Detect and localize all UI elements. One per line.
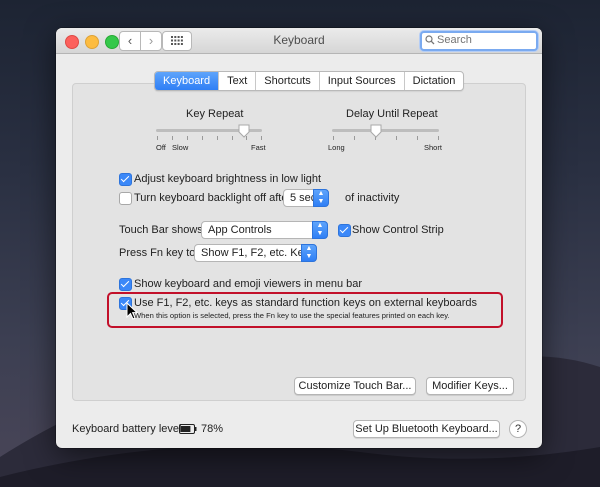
key-repeat-min-slow: Slow <box>172 143 189 152</box>
tab-bar: Keyboard Text Shortcuts Input Sources Di… <box>154 71 465 91</box>
chevron-up-down-icon: ▲ ▼ <box>312 221 328 239</box>
modifier-keys-button[interactable]: Modifier Keys... <box>426 377 514 395</box>
tab-keyboard[interactable]: Keyboard <box>155 72 220 90</box>
key-repeat-max-label: Fast <box>251 143 266 152</box>
tick <box>333 136 334 140</box>
tick <box>396 136 397 140</box>
tick <box>217 136 218 140</box>
show-control-strip-label: Show Control Strip <box>352 224 444 236</box>
battery-level-value: 78% <box>201 423 224 435</box>
delay-repeat-slider[interactable] <box>332 129 439 132</box>
tick <box>202 136 203 140</box>
tick <box>354 136 355 140</box>
tick <box>261 136 262 140</box>
backlight-off-checkbox[interactable] <box>119 192 132 205</box>
customize-touch-bar-button[interactable]: Customize Touch Bar... <box>294 377 416 395</box>
tick <box>417 136 418 140</box>
backlight-timeout-popup[interactable]: 5 secs ▲ ▼ <box>283 189 329 207</box>
adjust-brightness-label: Adjust keyboard brightness in low light <box>134 173 322 185</box>
tick <box>172 136 173 140</box>
tick <box>187 136 188 140</box>
press-fn-label: Press Fn key to <box>119 247 196 259</box>
battery-level-label: Keyboard battery level: <box>72 423 185 435</box>
search-input[interactable] <box>437 34 532 46</box>
search-icon <box>425 35 435 45</box>
tab-shortcuts[interactable]: Shortcuts <box>256 72 320 90</box>
delay-repeat-min-label: Long <box>328 143 345 152</box>
tab-input-sources[interactable]: Input Sources <box>320 72 405 90</box>
tick <box>232 136 233 140</box>
keyboard-preferences-window: ‹ › Keyboard Keyboard Text Shortcuts Inp… <box>56 28 542 448</box>
delay-repeat-max-label: Short <box>424 143 442 152</box>
chevron-up-down-icon: ▲ ▼ <box>301 244 317 262</box>
battery-icon <box>179 424 197 434</box>
bluetooth-keyboard-button[interactable]: Set Up Bluetooth Keyboard... <box>353 420 500 438</box>
emoji-viewers-checkbox[interactable] <box>119 278 132 291</box>
emoji-viewers-label: Show keyboard and emoji viewers in menu … <box>134 278 363 290</box>
settings-panel <box>72 83 526 401</box>
fn-key-value: Show F1, F2, etc. Keys <box>201 247 315 259</box>
tab-dictation[interactable]: Dictation <box>405 72 464 90</box>
key-repeat-min-off: Off <box>156 143 166 152</box>
function-keys-label: Use F1, F2, etc. keys as standard functi… <box>134 297 478 309</box>
chevron-up-down-icon: ▲ ▼ <box>313 189 329 207</box>
tick <box>157 136 158 140</box>
delay-repeat-label: Delay Until Repeat <box>346 108 438 120</box>
mouse-cursor-icon <box>126 302 138 320</box>
delay-repeat-slider-thumb[interactable] <box>370 124 382 138</box>
inactivity-label: of inactivity <box>345 192 400 204</box>
key-repeat-slider-thumb[interactable] <box>238 124 250 138</box>
touch-bar-shows-label: Touch Bar shows <box>119 224 203 236</box>
tab-text[interactable]: Text <box>219 72 257 90</box>
search-field[interactable] <box>420 31 538 51</box>
backlight-off-label: Turn keyboard backlight off after <box>134 192 292 204</box>
touch-bar-popup[interactable]: App Controls ▲ ▼ <box>201 221 328 239</box>
touch-bar-value: App Controls <box>208 224 272 236</box>
tick <box>438 136 439 140</box>
show-control-strip-checkbox[interactable] <box>338 224 351 237</box>
fn-key-popup[interactable]: Show F1, F2, etc. Keys ▲ ▼ <box>194 244 317 262</box>
title-bar: ‹ › Keyboard <box>56 28 542 54</box>
help-button[interactable]: ? <box>509 420 527 438</box>
function-keys-description: When this option is selected, press the … <box>134 311 450 320</box>
adjust-brightness-checkbox[interactable] <box>119 173 132 186</box>
key-repeat-label: Key Repeat <box>186 108 244 120</box>
